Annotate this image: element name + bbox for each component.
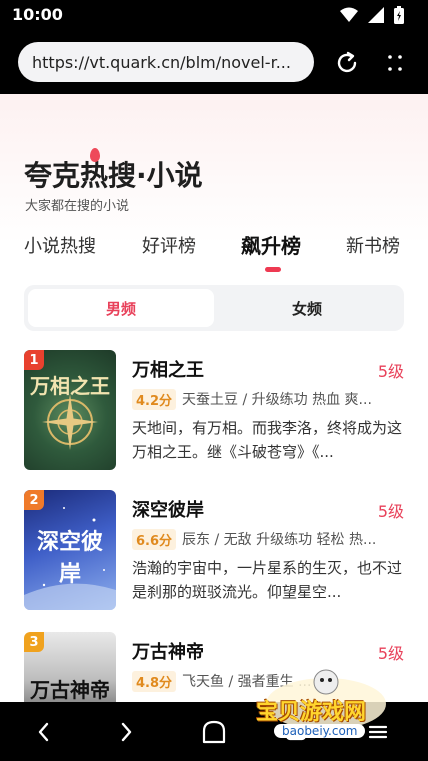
gender-segment: 男频 女频: [24, 285, 404, 331]
more-dots-icon: [388, 55, 402, 71]
chevron-left-icon: [38, 722, 49, 742]
cover-title: 深空彼岸: [36, 529, 103, 587]
active-tab-indicator: [265, 267, 281, 272]
book-level: 5级: [377, 362, 404, 381]
ranking-tabs: 小说热搜 好评榜 飙升榜 新书榜: [0, 226, 428, 266]
book-description: 天地间，有万相。而我李洛，终将成为这万相之王。继《斗破苍穹》《...: [132, 419, 403, 461]
brand-logo: 夸克热搜·小说: [24, 148, 203, 192]
tab-top-rated[interactable]: 好评榜: [142, 232, 196, 258]
book-cover[interactable]: 万古神帝 3: [24, 632, 116, 702]
page-content: 夸克热搜·小说 大家都在搜的小说 小说热搜 好评榜 飙升榜 新书榜 男频 女频 …: [0, 94, 428, 702]
book-score: 4.8分: [132, 670, 177, 692]
site-watermark: 宝贝游戏网 baobeiy.com: [256, 664, 396, 746]
status-time: 10:00: [12, 5, 63, 24]
book-description: 浩瀚的宇宙中，一片星系的生灭，也不过是刹那的斑驳流光。仰望星空...: [132, 559, 403, 601]
reload-icon: [337, 51, 357, 73]
book-list-item[interactable]: 深空彼岸 2 深空彼岸 5级 6.6分 辰东 / 无敌 升级练功 轻松 热...…: [24, 490, 404, 610]
book-level: 5级: [377, 644, 404, 663]
book-title: 万古神帝: [132, 642, 204, 663]
signal-icon: [368, 7, 384, 23]
rank-badge: 2: [24, 490, 44, 510]
page-title: 夸克热搜·小说: [24, 159, 203, 192]
forward-button[interactable]: [110, 716, 142, 748]
home-button[interactable]: [198, 716, 230, 748]
book-score: 4.2分: [132, 388, 177, 410]
watermark-text: 宝贝游戏网: [256, 700, 367, 725]
cover-title: 万相之王: [30, 374, 110, 398]
cover-title: 万古神帝: [30, 678, 110, 702]
book-author-tags: 天蚕土豆 / 升级练功 热血 爽...: [182, 392, 372, 408]
more-menu-button[interactable]: [380, 48, 410, 78]
flame-icon: [90, 148, 100, 162]
watermark-url: baobeiy.com: [274, 724, 366, 738]
tab-novel-hot[interactable]: 小说热搜: [24, 232, 96, 258]
book-level: 5级: [377, 502, 404, 521]
book-cover[interactable]: 万相之王 1: [24, 350, 116, 470]
reload-button[interactable]: [332, 48, 362, 78]
book-meta: 4.2分 天蚕土豆 / 升级练功 热血 爽...: [132, 388, 404, 410]
book-meta: 6.6分 辰东 / 无敌 升级练功 轻松 热...: [132, 528, 404, 550]
status-bar: 10:00: [0, 0, 428, 30]
browser-toolbar: https://vt.quark.cn/blm/novel-r...: [0, 30, 428, 94]
battery-icon: [394, 6, 404, 24]
book-title: 万相之王: [132, 360, 204, 381]
chevron-right-icon: [121, 722, 132, 742]
rank-badge: 3: [24, 632, 44, 652]
segment-male[interactable]: 男频: [28, 289, 214, 327]
book-score: 6.6分: [132, 528, 177, 550]
book-title: 深空彼岸: [132, 500, 204, 521]
wifi-icon: [340, 7, 358, 22]
page-subtitle: 大家都在搜的小说: [25, 199, 130, 214]
rank-badge: 1: [24, 350, 44, 370]
book-cover[interactable]: 深空彼岸 2: [24, 490, 116, 610]
home-icon: [202, 720, 226, 744]
segment-female[interactable]: 女频: [214, 289, 400, 327]
tab-rising[interactable]: 飙升榜: [241, 230, 301, 259]
url-text[interactable]: https://vt.quark.cn/blm/novel-r...: [32, 53, 291, 72]
status-icons: [340, 6, 404, 24]
address-bar[interactable]: https://vt.quark.cn/blm/novel-r...: [18, 42, 314, 82]
tab-new-books[interactable]: 新书榜: [346, 232, 400, 258]
book-author-tags: 辰东 / 无敌 升级练功 轻松 热...: [182, 532, 377, 548]
back-button[interactable]: [28, 716, 60, 748]
book-list-item[interactable]: 万相之王 1 万相之王 5级 4.2分 天蚕土豆 / 升级练功 热血 爽... …: [24, 350, 404, 470]
